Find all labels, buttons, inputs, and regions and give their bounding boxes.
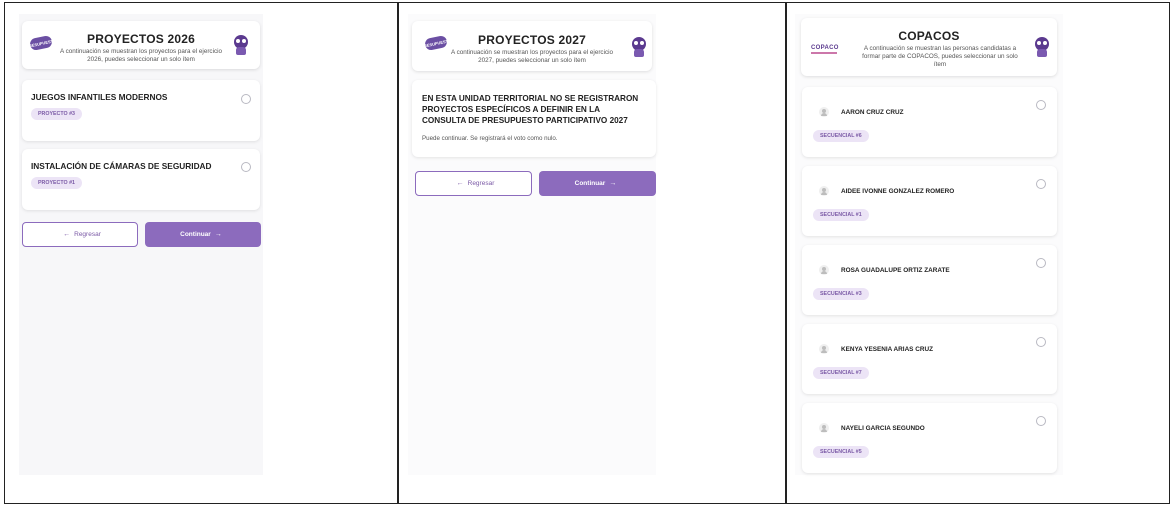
no-projects-card: EN ESTA UNIDAD TERRITORIAL NO SE REGISTR… bbox=[412, 80, 656, 157]
select-radio[interactable] bbox=[1036, 416, 1046, 426]
proyectos-2027-screen: PRESUPUESTO PROYECTOS 2027 A continuació… bbox=[408, 14, 656, 475]
arrow-right-icon: → bbox=[214, 231, 222, 238]
candidate-card[interactable]: AIDEE IVONNE GONZALEZ ROMERO SECUENCIAL … bbox=[802, 166, 1057, 236]
candidate-card[interactable]: KENYA YESENIA ARIAS CRUZ SECUENCIAL #7 bbox=[802, 324, 1057, 394]
proyectos-2026-screen: PRESUPUESTO PROYECTOS 2026 A continuació… bbox=[19, 14, 263, 475]
candidate-card[interactable]: AARON CRUZ CRUZ SECUENCIAL #6 bbox=[802, 87, 1057, 157]
candidate-tag: SECUENCIAL #6 bbox=[813, 130, 869, 142]
header-card: PRESUPUESTO PROYECTOS 2026 A continuació… bbox=[22, 21, 260, 69]
arrow-left-icon: ← bbox=[63, 231, 71, 238]
candidate-name: KENYA YESENIA ARIAS CRUZ bbox=[841, 346, 933, 353]
user-avatar-icon bbox=[819, 344, 829, 354]
panel-divider bbox=[785, 2, 787, 504]
user-avatar-icon bbox=[819, 186, 829, 196]
select-radio[interactable] bbox=[1036, 258, 1046, 268]
candidate-tag: SECUENCIAL #7 bbox=[813, 367, 869, 379]
candidate-name: AIDEE IVONNE GONZALEZ ROMERO bbox=[841, 188, 955, 195]
page-subtitle: A continuación se muestran los proyectos… bbox=[59, 48, 223, 63]
null-vote-notice: Puede continuar. Se registrará el voto c… bbox=[422, 135, 558, 142]
select-radio[interactable] bbox=[241, 94, 251, 104]
user-avatar-icon bbox=[819, 107, 829, 117]
candidate-tag: SECUENCIAL #1 bbox=[813, 209, 869, 221]
header-card: PRESUPUESTO PROYECTOS 2027 A continuació… bbox=[412, 21, 652, 71]
candidate-name: AARON CRUZ CRUZ bbox=[841, 109, 904, 116]
mascot-icon bbox=[631, 37, 647, 57]
candidate-card[interactable]: ROSA GUADALUPE ORTIZ ZARATE SECUENCIAL #… bbox=[802, 245, 1057, 315]
page-title: COPACOS bbox=[898, 29, 960, 43]
candidate-name: NAYELI GARCIA SEGUNDO bbox=[841, 425, 925, 432]
page-subtitle: A continuación se muestran las personas … bbox=[862, 45, 1018, 68]
no-projects-message: EN ESTA UNIDAD TERRITORIAL NO SE REGISTR… bbox=[422, 94, 639, 125]
mascot-icon bbox=[1034, 37, 1050, 57]
panel-divider bbox=[397, 2, 399, 504]
arrow-right-icon: → bbox=[609, 180, 617, 187]
candidate-tag: SECUENCIAL #3 bbox=[813, 288, 869, 300]
project-card[interactable]: INSTALACIÓN DE CÁMARAS DE SEGURIDAD PROY… bbox=[22, 149, 260, 210]
select-radio[interactable] bbox=[241, 162, 251, 172]
project-name: INSTALACIÓN DE CÁMARAS DE SEGURIDAD bbox=[31, 161, 212, 171]
user-avatar-icon bbox=[819, 265, 829, 275]
back-button[interactable]: ← Regresar bbox=[415, 171, 532, 196]
select-radio[interactable] bbox=[1036, 337, 1046, 347]
header-card: COPACO COPACOS A continuación se muestra… bbox=[801, 18, 1057, 76]
continue-button[interactable]: Continuar → bbox=[145, 222, 261, 247]
project-name: JUEGOS INFANTILES MODERNOS bbox=[31, 92, 168, 102]
copacos-screen: COPACO COPACOS A continuación se muestra… bbox=[795, 14, 1063, 475]
candidate-name: ROSA GUADALUPE ORTIZ ZARATE bbox=[841, 267, 950, 274]
project-tag: PROYECTO #1 bbox=[31, 177, 82, 189]
candidate-tag: SECUENCIAL #5 bbox=[813, 446, 869, 458]
page-title: PROYECTOS 2026 bbox=[87, 32, 195, 46]
back-button[interactable]: ← Regresar bbox=[22, 222, 138, 247]
arrow-left-icon: ← bbox=[456, 180, 464, 187]
user-avatar-icon bbox=[819, 423, 829, 433]
select-radio[interactable] bbox=[1036, 100, 1046, 110]
page-subtitle: A continuación se muestran los proyectos… bbox=[450, 49, 614, 64]
select-radio[interactable] bbox=[1036, 179, 1046, 189]
copaco-logo: COPACO bbox=[811, 45, 838, 59]
mascot-icon bbox=[233, 35, 249, 55]
project-tag: PROYECTO #3 bbox=[31, 108, 82, 120]
continue-button[interactable]: Continuar → bbox=[539, 171, 656, 196]
project-card[interactable]: JUEGOS INFANTILES MODERNOS PROYECTO #3 bbox=[22, 80, 260, 141]
candidate-card[interactable]: NAYELI GARCIA SEGUNDO SECUENCIAL #5 bbox=[802, 403, 1057, 473]
